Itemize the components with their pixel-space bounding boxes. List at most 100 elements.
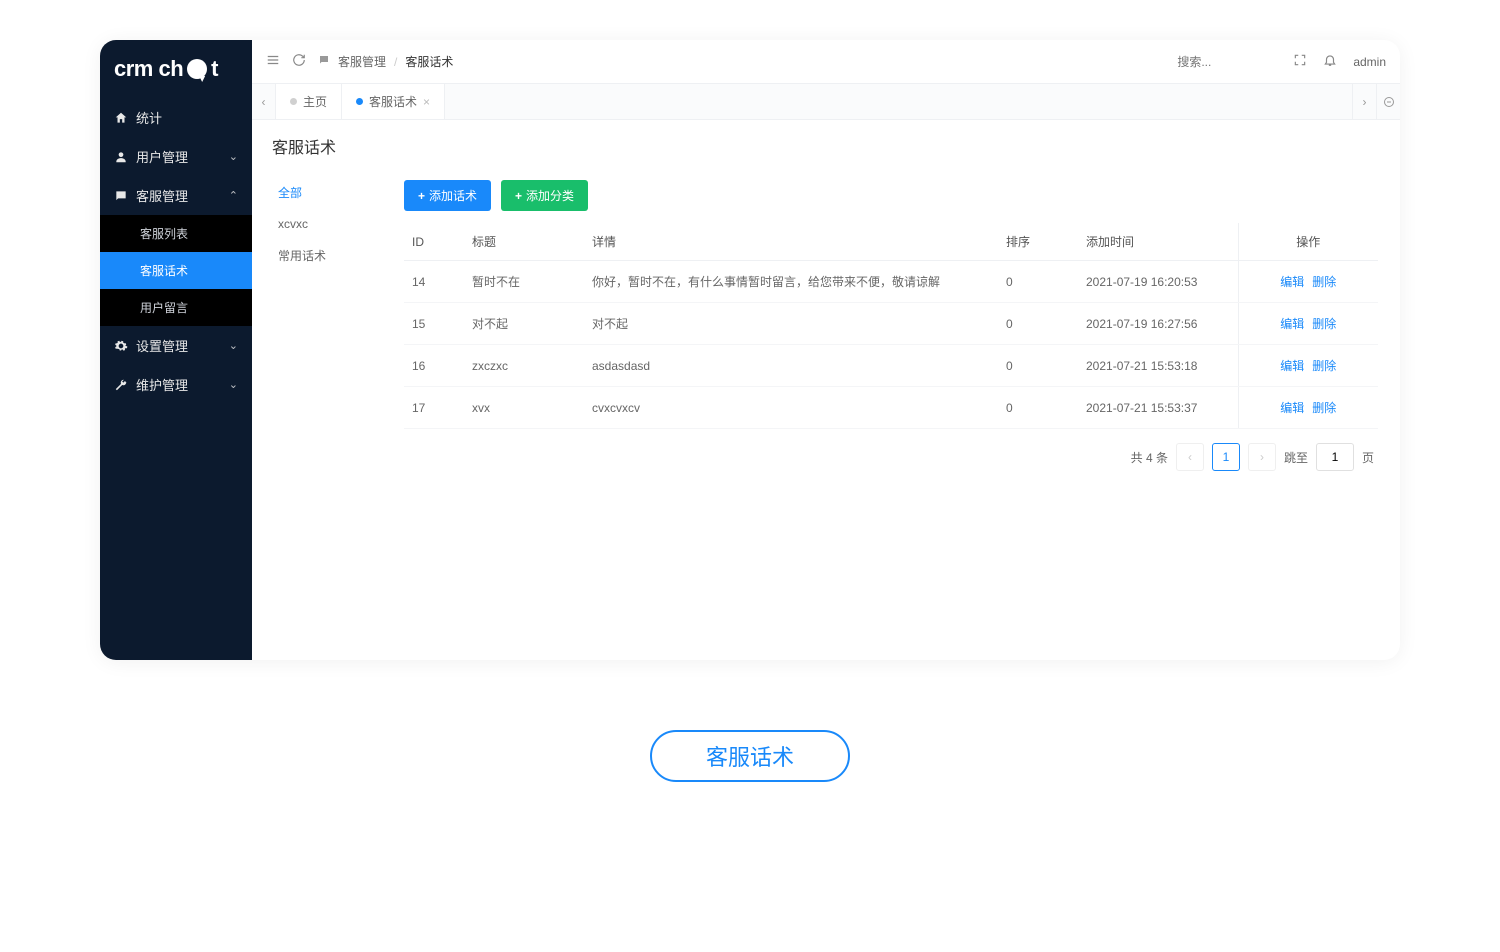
app-window: crm ch t 统计 用户管理 ⌄ 客服管理 ⌃ 客服列表 bbox=[100, 40, 1400, 660]
home-icon bbox=[114, 111, 128, 125]
search-input[interactable] bbox=[1177, 55, 1277, 69]
cell-sort: 0 bbox=[998, 261, 1078, 303]
logo-text-right: t bbox=[211, 56, 218, 82]
toolbar: + 添加话术 + 添加分类 bbox=[404, 180, 1378, 211]
sidebar-sub-label: 用户留言 bbox=[140, 299, 188, 316]
sidebar-item-support[interactable]: 客服管理 ⌃ bbox=[100, 176, 252, 215]
col-title: 标题 bbox=[464, 223, 584, 261]
tab-scripts[interactable]: 客服话术 × bbox=[342, 84, 445, 119]
sidebar-label: 设置管理 bbox=[136, 336, 188, 355]
sidebar-item-settings[interactable]: 设置管理 ⌄ bbox=[100, 326, 252, 365]
sidebar-sub-support-list[interactable]: 客服列表 bbox=[100, 215, 252, 252]
edit-link[interactable]: 编辑 bbox=[1280, 401, 1304, 415]
category-item[interactable]: xcvxc bbox=[262, 209, 392, 239]
edit-link[interactable]: 编辑 bbox=[1280, 359, 1304, 373]
delete-link[interactable]: 删除 bbox=[1312, 275, 1336, 289]
logo-text-left: crm ch bbox=[114, 56, 183, 82]
close-icon[interactable]: × bbox=[423, 95, 430, 109]
cell-title: 暂时不在 bbox=[464, 261, 584, 303]
cell-id: 16 bbox=[404, 345, 464, 387]
main-area: 客服管理 / 客服话术 admin ‹ 主页 bbox=[252, 40, 1400, 660]
plus-icon: + bbox=[418, 189, 425, 203]
delete-link[interactable]: 删除 bbox=[1312, 401, 1336, 415]
add-category-button[interactable]: + 添加分类 bbox=[501, 180, 588, 211]
username-label[interactable]: admin bbox=[1353, 55, 1386, 69]
gear-icon bbox=[114, 339, 128, 353]
cell-title: zxczxc bbox=[464, 345, 584, 387]
tab-more-icon[interactable] bbox=[1376, 84, 1400, 119]
topbar-right: admin bbox=[1177, 53, 1386, 70]
cell-title: xvx bbox=[464, 387, 584, 429]
cell-sort: 0 bbox=[998, 303, 1078, 345]
refresh-icon[interactable] bbox=[292, 53, 308, 70]
table-row: 17xvxcvxcvxcv02021-07-21 15:53:37编辑删除 bbox=[404, 387, 1378, 429]
chat-bubble-icon bbox=[187, 59, 207, 79]
button-label: 添加分类 bbox=[526, 187, 574, 204]
tab-dot-icon bbox=[356, 98, 363, 105]
category-all[interactable]: 全部 bbox=[262, 176, 392, 209]
cell-ops: 编辑删除 bbox=[1238, 261, 1378, 303]
tab-scroll-right[interactable]: › bbox=[1352, 84, 1376, 119]
col-id: ID bbox=[404, 223, 464, 261]
jump-label-pre: 跳至 bbox=[1284, 449, 1308, 466]
cell-time: 2021-07-19 16:20:53 bbox=[1078, 261, 1238, 303]
cell-title: 对不起 bbox=[464, 303, 584, 345]
sidebar-sub-label: 客服列表 bbox=[140, 225, 188, 242]
delete-link[interactable]: 删除 bbox=[1312, 317, 1336, 331]
edit-link[interactable]: 编辑 bbox=[1280, 317, 1304, 331]
fullscreen-icon[interactable] bbox=[1293, 53, 1307, 70]
edit-link[interactable]: 编辑 bbox=[1280, 275, 1304, 289]
bell-icon[interactable] bbox=[1323, 53, 1337, 70]
page-prev-button[interactable]: ‹ bbox=[1176, 443, 1204, 471]
sidebar-label: 用户管理 bbox=[136, 147, 188, 166]
breadcrumb-current: 客服话术 bbox=[405, 53, 453, 70]
tab-home[interactable]: 主页 bbox=[276, 84, 342, 119]
menu-toggle-icon[interactable] bbox=[266, 53, 282, 70]
category-panel: 全部 xcvxc 常用话术 bbox=[262, 168, 392, 650]
chevron-down-icon: ⌄ bbox=[229, 150, 238, 163]
cell-ops: 编辑删除 bbox=[1238, 303, 1378, 345]
sidebar: crm ch t 统计 用户管理 ⌄ 客服管理 ⌃ 客服列表 bbox=[100, 40, 252, 660]
button-label: 添加话术 bbox=[429, 187, 477, 204]
col-time: 添加时间 bbox=[1078, 223, 1238, 261]
cell-detail: 你好，暂时不在，有什么事情暂时留言，给您带来不便，敬请谅解 bbox=[584, 261, 998, 303]
sidebar-sub-support-scripts[interactable]: 客服话术 bbox=[100, 252, 252, 289]
cell-detail: cvxcvxcv bbox=[584, 387, 998, 429]
page-number-button[interactable]: 1 bbox=[1212, 443, 1240, 471]
add-script-button[interactable]: + 添加话术 bbox=[404, 180, 491, 211]
cell-detail: 对不起 bbox=[584, 303, 998, 345]
page-next-button[interactable]: › bbox=[1248, 443, 1276, 471]
tab-dot-icon bbox=[290, 98, 297, 105]
sidebar-sub-user-messages[interactable]: 用户留言 bbox=[100, 289, 252, 326]
category-item[interactable]: 常用话术 bbox=[262, 239, 392, 272]
table-row: 16zxczxcasdasdasd02021-07-21 15:53:18编辑删… bbox=[404, 345, 1378, 387]
table-row: 15对不起对不起02021-07-19 16:27:56编辑删除 bbox=[404, 303, 1378, 345]
total-count-label: 共 4 条 bbox=[1131, 449, 1168, 466]
delete-link[interactable]: 删除 bbox=[1312, 359, 1336, 373]
scripts-table: ID 标题 详情 排序 添加时间 操作 14暂时不在你好，暂时不在，有什么事情暂… bbox=[404, 223, 1378, 429]
breadcrumb-parent[interactable]: 客服管理 bbox=[338, 53, 386, 70]
chevron-down-icon: ⌄ bbox=[229, 378, 238, 391]
breadcrumb: 客服管理 / 客服话术 bbox=[318, 53, 453, 70]
tabbar: ‹ 主页 客服话术 × › bbox=[252, 84, 1400, 120]
sidebar-sub-label: 客服话术 bbox=[140, 262, 188, 279]
cell-ops: 编辑删除 bbox=[1238, 387, 1378, 429]
footer-pill: 客服话术 bbox=[650, 730, 850, 782]
cell-id: 14 bbox=[404, 261, 464, 303]
cell-id: 15 bbox=[404, 303, 464, 345]
cell-ops: 编辑删除 bbox=[1238, 345, 1378, 387]
jump-page-input[interactable] bbox=[1316, 443, 1354, 471]
table-panel: + 添加话术 + 添加分类 ID 标题 详情 排序 bbox=[392, 168, 1390, 650]
chat-icon bbox=[114, 189, 128, 203]
cell-sort: 0 bbox=[998, 387, 1078, 429]
col-sort: 排序 bbox=[998, 223, 1078, 261]
sidebar-label: 客服管理 bbox=[136, 186, 188, 205]
sidebar-item-maintenance[interactable]: 维护管理 ⌄ bbox=[100, 365, 252, 404]
pagination: 共 4 条 ‹ 1 › 跳至 页 bbox=[404, 429, 1378, 475]
sidebar-item-stats[interactable]: 统计 bbox=[100, 98, 252, 137]
breadcrumb-separator: / bbox=[394, 55, 397, 69]
tab-scroll-left[interactable]: ‹ bbox=[252, 84, 276, 119]
plus-icon: + bbox=[515, 189, 522, 203]
sidebar-item-users[interactable]: 用户管理 ⌄ bbox=[100, 137, 252, 176]
cell-detail: asdasdasd bbox=[584, 345, 998, 387]
